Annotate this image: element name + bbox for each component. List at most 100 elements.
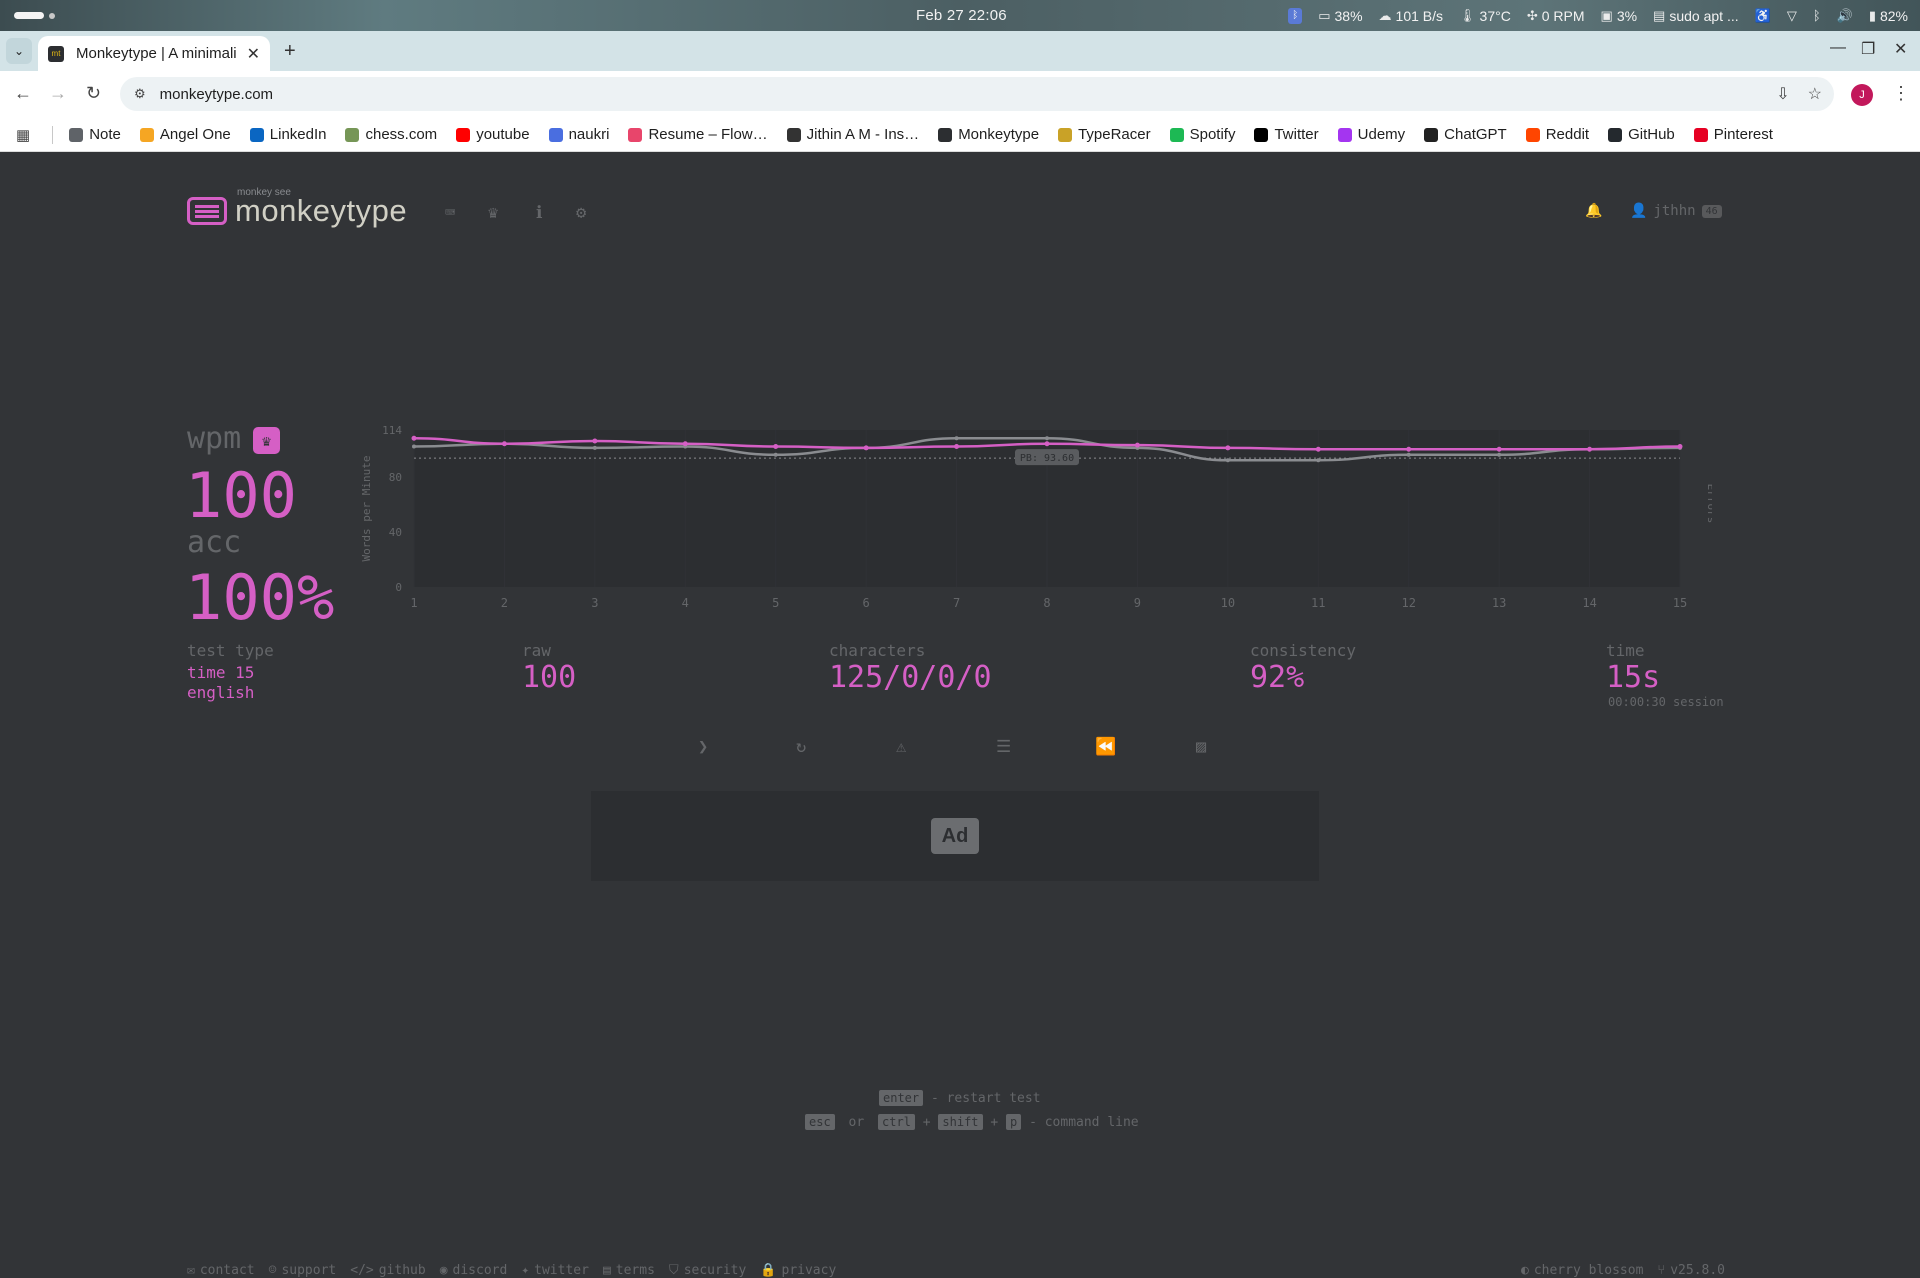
- version-button[interactable]: ⑂ v25.8.0: [1657, 1263, 1725, 1278]
- restore-icon[interactable]: ❐: [1861, 39, 1875, 59]
- profile-avatar[interactable]: J: [1851, 84, 1873, 106]
- replay-rewind-icon[interactable]: ⏪: [1095, 737, 1116, 757]
- bookmark-favicon-icon: [1337, 127, 1352, 142]
- bookmark-item[interactable]: GitHub: [1608, 126, 1675, 143]
- footer-security[interactable]: ⛉ security: [669, 1263, 746, 1278]
- bookmark-item[interactable]: LinkedIn: [249, 126, 326, 143]
- tab-close-icon[interactable]: ✕: [247, 44, 260, 64]
- bookmark-item[interactable]: Pinterest: [1693, 126, 1773, 143]
- bookmark-item[interactable]: Spotify: [1169, 126, 1236, 143]
- window-close-icon[interactable]: ✕: [1894, 39, 1907, 59]
- bookmark-label: naukri: [568, 126, 610, 143]
- workspace-dot[interactable]: [49, 13, 55, 19]
- footer-github[interactable]: </> github: [350, 1263, 425, 1278]
- keyboard-icon[interactable]: ⌨: [445, 203, 455, 223]
- logo-text: monkeytype: [235, 193, 408, 228]
- next-test-chevron-icon[interactable]: ❯: [698, 737, 708, 757]
- activities-indicator[interactable]: [14, 12, 44, 19]
- address-bar[interactable]: ⚙ monkeytype.com ⇩ ☆: [120, 77, 1834, 111]
- warning-triangle-icon[interactable]: ⚠: [896, 737, 906, 757]
- tab-search-chevron-icon[interactable]: ⌄: [6, 38, 32, 64]
- restart-icon[interactable]: ↻: [796, 737, 806, 757]
- footer-support[interactable]: ☺ support: [269, 1263, 337, 1278]
- battery-value: 82%: [1879, 7, 1908, 24]
- bookmark-item[interactable]: Monkeytype: [938, 126, 1039, 143]
- install-app-icon[interactable]: ⇩: [1776, 84, 1789, 104]
- forward-arrow-icon[interactable]: →: [49, 83, 67, 104]
- bookmark-favicon-icon: [1693, 127, 1708, 142]
- footer-discord-label: discord: [452, 1263, 508, 1278]
- screenshot-image-icon[interactable]: ▨: [1196, 737, 1206, 757]
- terminal-indicator[interactable]: ▤ sudo apt ...: [1653, 8, 1739, 24]
- bookmark-item[interactable]: youtube: [456, 126, 530, 143]
- x-tick-label: 1: [410, 596, 417, 610]
- accessibility-icon[interactable]: ♿: [1755, 8, 1771, 24]
- footer-discord[interactable]: ◉ discord: [440, 1263, 508, 1278]
- characters-value: 125/0/0/0: [829, 660, 992, 695]
- bookmark-item[interactable]: Angel One: [139, 126, 231, 143]
- bookmark-item[interactable]: Twitter: [1254, 126, 1319, 143]
- bookmark-item[interactable]: Udemy: [1337, 126, 1405, 143]
- footer-contact[interactable]: ✉ contact: [187, 1263, 255, 1278]
- settings-gear-icon[interactable]: ⚙: [576, 203, 586, 223]
- bookmark-label: ChatGPT: [1444, 126, 1507, 143]
- new-tab-plus-icon[interactable]: +: [284, 40, 296, 63]
- battery-indicator[interactable]: ▮ 82%: [1869, 8, 1908, 24]
- bookmark-item[interactable]: naukri: [548, 126, 610, 143]
- minimize-icon[interactable]: —: [1830, 39, 1846, 57]
- battery-icon: ▮: [1868, 7, 1876, 23]
- logo[interactable]: monkey see monkeytype: [187, 187, 408, 229]
- footer-privacy[interactable]: 🔒 privacy: [760, 1263, 836, 1278]
- site-info-icon[interactable]: ⚙: [134, 86, 146, 102]
- footer-terms[interactable]: ▤ terms: [603, 1263, 655, 1278]
- raw-point: [954, 436, 959, 441]
- net-speed-value: 101 B/s: [1395, 7, 1444, 24]
- bookmark-label: Pinterest: [1713, 126, 1773, 143]
- bookmark-star-icon[interactable]: ☆: [1808, 84, 1822, 104]
- leaderboard-crown-icon[interactable]: ♛: [488, 203, 498, 223]
- browser-menu-icon[interactable]: ⋮: [1892, 83, 1910, 104]
- wpm-point: [773, 444, 779, 450]
- bookmark-item[interactable]: Resume – Flow…: [628, 126, 768, 143]
- personal-best-label: PB: 93.60: [1020, 453, 1074, 464]
- bookmark-label: Resume – Flow…: [648, 126, 768, 143]
- system-clock[interactable]: Feb 27 22:06: [916, 7, 1007, 24]
- branch-icon: ⑂: [1657, 1263, 1666, 1278]
- word-history-icon[interactable]: ☰: [996, 737, 1011, 757]
- bookmark-item[interactable]: ChatGPT: [1424, 126, 1507, 143]
- footer-twitter[interactable]: ✦ twitter: [521, 1263, 589, 1278]
- ad-slot[interactable]: Ad: [591, 791, 1319, 881]
- characters-label: characters: [829, 641, 926, 660]
- apps-grid-icon[interactable]: ▦: [16, 126, 30, 144]
- bookmark-item[interactable]: Reddit: [1525, 126, 1589, 143]
- bookmark-favicon-icon: [1608, 127, 1623, 142]
- tab-monkeytype[interactable]: mt Monkeytype | A minimali ✕: [38, 36, 270, 71]
- bookmarks-separator: [52, 125, 54, 144]
- notifications-bell-icon[interactable]: 🔔: [1585, 203, 1602, 219]
- enter-key: enter: [879, 1090, 924, 1106]
- theme-button[interactable]: ◐ cherry blossom: [1521, 1263, 1643, 1278]
- bookmark-item[interactable]: chess.com: [345, 126, 437, 143]
- bluetooth-icon[interactable]: ᛒ: [1813, 8, 1821, 23]
- reload-icon[interactable]: ↻: [86, 83, 101, 104]
- wpm-label: wpm: [187, 421, 242, 456]
- bookmark-item[interactable]: TypeRacer: [1058, 126, 1151, 143]
- raw-point: [592, 445, 597, 450]
- bookmark-label: Spotify: [1189, 126, 1236, 143]
- url-text[interactable]: monkeytype.com: [160, 86, 273, 103]
- bookmark-item[interactable]: Note: [69, 126, 121, 143]
- wifi-icon[interactable]: ▽: [1787, 8, 1797, 24]
- bookmark-favicon-icon: [938, 127, 953, 142]
- shift-key: shift: [938, 1114, 983, 1130]
- about-info-icon[interactable]: ℹ: [536, 203, 542, 223]
- account-button[interactable]: 👤 jthhn 46: [1630, 203, 1722, 219]
- back-arrow-icon[interactable]: ←: [14, 83, 32, 104]
- volume-icon[interactable]: 🔊: [1837, 8, 1853, 24]
- bookmark-favicon-icon: [139, 127, 154, 142]
- bluetooth-badge-icon[interactable]: ᛒ: [1288, 7, 1303, 24]
- footer-support-label: support: [281, 1263, 337, 1278]
- footer-security-label: security: [683, 1263, 747, 1278]
- terminal-value: sudo apt ...: [1669, 7, 1739, 24]
- bookmark-item[interactable]: Jithin A M - Ins…: [786, 126, 919, 143]
- bookmark-label: Monkeytype: [958, 126, 1040, 143]
